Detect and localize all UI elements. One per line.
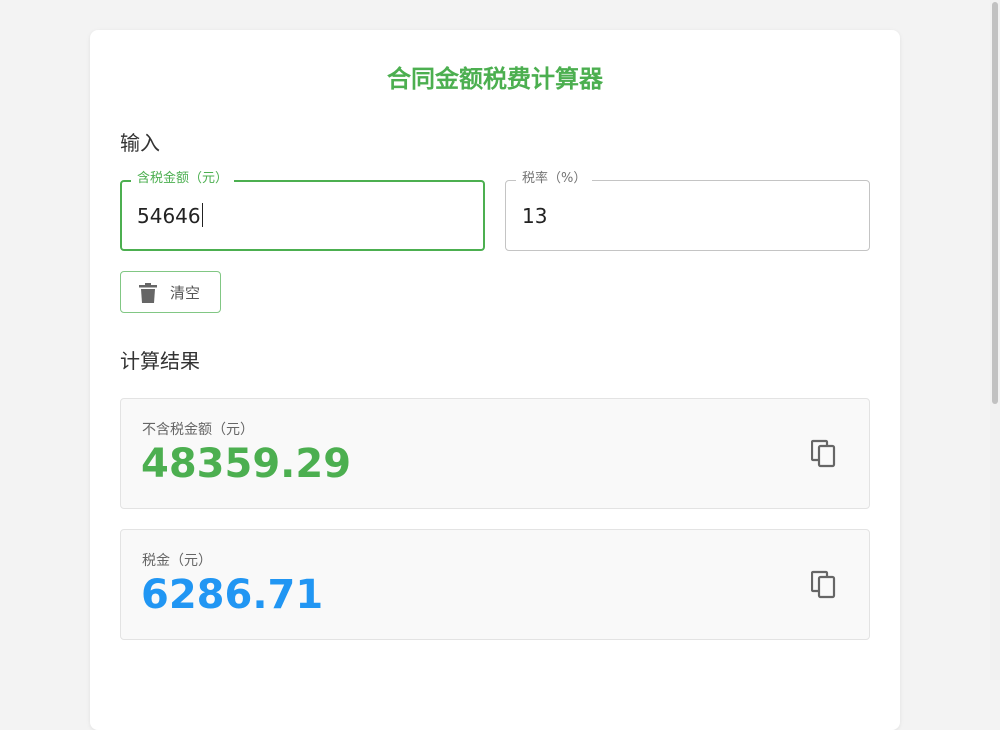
clear-button-label: 清空: [170, 284, 201, 302]
result-section-heading: 计算结果: [120, 349, 200, 373]
amount-field-label: 含税金额（元）: [131, 171, 235, 187]
pre-tax-amount-label: 不含税金额（元）: [142, 422, 254, 438]
tax-amount-value: 6286.71: [141, 572, 324, 618]
scrollbar-thumb[interactable]: [992, 2, 998, 404]
text-caret: [201, 203, 203, 227]
amount-input[interactable]: 54646: [137, 203, 203, 229]
page-title: 合同金额税费计算器: [387, 65, 603, 93]
clear-button[interactable]: 清空: [120, 271, 221, 313]
tax-rate-field-label: 税率（%）: [516, 171, 593, 187]
tax-rate-field[interactable]: 税率（%） 13: [505, 171, 870, 251]
tax-rate-input[interactable]: 13: [522, 203, 547, 229]
pre-tax-amount-value: 48359.29: [141, 441, 352, 487]
trash-icon: [139, 283, 157, 303]
tax-amount-card: 税金（元） 6286.71: [120, 529, 870, 640]
pre-tax-amount-card: 不含税金额（元） 48359.29: [120, 398, 870, 509]
copy-icon[interactable]: [811, 439, 839, 469]
page-scrollbar[interactable]: [990, 0, 1000, 680]
tax-amount-label: 税金（元）: [142, 553, 212, 569]
copy-icon[interactable]: [811, 570, 839, 600]
calculator-card: 合同金额税费计算器 输入 含税金额（元） 54646 税率（%） 13 清空 计…: [90, 30, 900, 730]
amount-field[interactable]: 含税金额（元） 54646: [120, 171, 485, 251]
amount-input-value: 54646: [137, 204, 201, 228]
input-section-heading: 输入: [120, 131, 160, 155]
